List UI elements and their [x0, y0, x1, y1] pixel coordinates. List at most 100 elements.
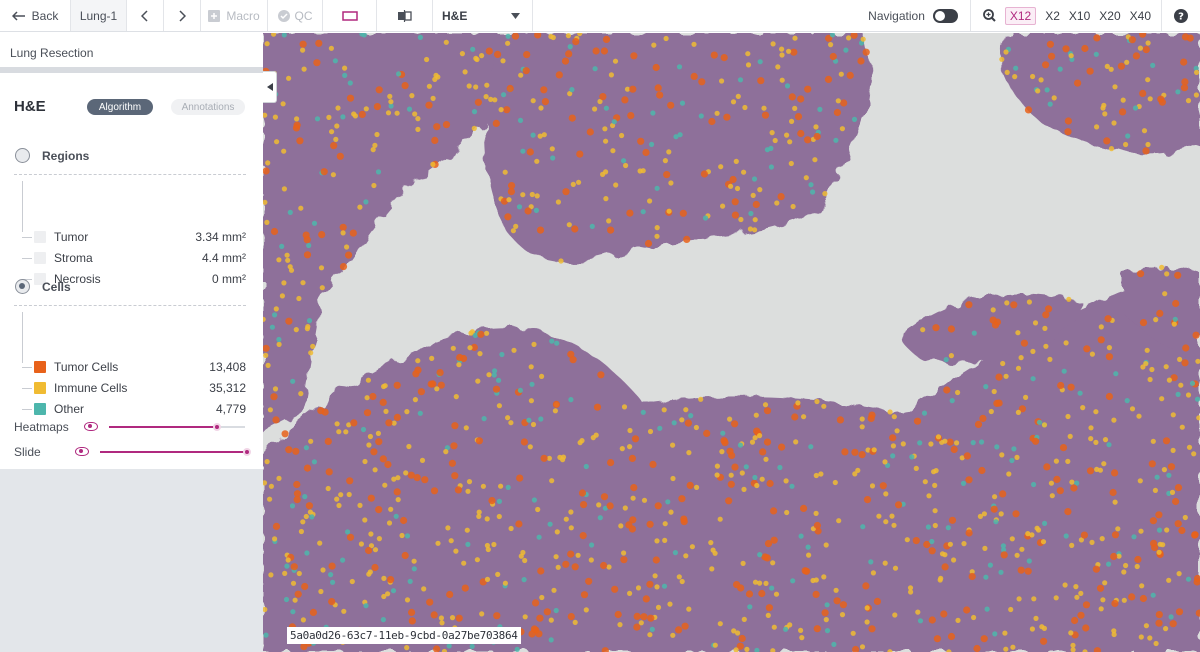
- next-slide-button[interactable]: [164, 0, 201, 31]
- stain-select[interactable]: H&E: [433, 0, 533, 31]
- cell-marker: [831, 641, 837, 648]
- cells-section-toggle[interactable]: Cells: [15, 279, 71, 294]
- heatmaps-opacity-handle[interactable]: [212, 423, 221, 431]
- navigation-label: Navigation: [868, 8, 925, 23]
- cell-marker: [493, 612, 501, 620]
- cell-marker: [567, 613, 575, 621]
- cell-marker: [419, 457, 426, 463]
- zoom-option-x2[interactable]: X2: [1045, 9, 1060, 23]
- cell-marker: [436, 369, 444, 377]
- cell-marker: [346, 477, 354, 485]
- split-view-icon: [397, 9, 412, 22]
- help-button[interactable]: ?: [1162, 0, 1200, 31]
- zoom-option-x10[interactable]: X10: [1069, 9, 1090, 23]
- heatmaps-opacity-slider[interactable]: [109, 423, 245, 431]
- cell-marker: [276, 475, 282, 481]
- cell-marker: [813, 132, 821, 141]
- previous-slide-button[interactable]: [127, 0, 164, 31]
- cell-marker: [1004, 300, 1010, 306]
- cell-marker: [268, 483, 274, 489]
- region-row-tumor[interactable]: Tumor 3.34 mm²: [22, 228, 246, 246]
- cell-marker: [1009, 457, 1015, 464]
- macro-button[interactable]: Macro: [201, 0, 268, 31]
- cell-marker: [1032, 320, 1039, 326]
- cell-marker: [1016, 596, 1022, 602]
- cell-marker: [783, 478, 789, 484]
- cells-radio[interactable]: [15, 279, 30, 294]
- back-button[interactable]: Back: [0, 0, 71, 31]
- split-view-button[interactable]: [377, 0, 433, 31]
- cell-marker: [484, 576, 491, 583]
- cell-marker: [285, 446, 293, 454]
- cell-marker: [503, 106, 511, 114]
- tissue-image[interactable]: [263, 33, 1200, 652]
- cell-marker: [1023, 394, 1029, 400]
- cell-marker: [1040, 637, 1048, 645]
- cell-marker: [1083, 345, 1091, 353]
- slide-viewer[interactable]: 5a0a0d26-63c7-11eb-9cbd-0a27be703864: [263, 33, 1200, 652]
- tab-algorithm[interactable]: Algorithm: [87, 99, 153, 115]
- cell-marker: [979, 414, 987, 422]
- cell-marker: [891, 414, 897, 420]
- cell-marker: [644, 239, 653, 248]
- cell-marker: [329, 129, 335, 135]
- cell-marker: [1180, 84, 1189, 92]
- cell-marker: [1049, 493, 1055, 499]
- regions-radio[interactable]: [15, 148, 30, 163]
- navigation-switch[interactable]: [932, 8, 958, 23]
- cell-marker: [506, 84, 514, 93]
- cell-marker: [413, 474, 421, 482]
- tab-annotations[interactable]: Annotations: [171, 99, 245, 115]
- cell-marker: [367, 433, 373, 440]
- cell-marker: [1139, 89, 1147, 97]
- collapse-sidebar-button[interactable]: [263, 71, 277, 103]
- cell-marker: [492, 368, 498, 374]
- cell-marker: [426, 598, 434, 606]
- cell-marker: [981, 511, 988, 517]
- cell-marker: [586, 128, 594, 136]
- cell-marker: [1051, 95, 1057, 101]
- region-row-stroma[interactable]: Stroma 4.4 mm²: [22, 249, 246, 267]
- slide-opacity-handle[interactable]: [243, 448, 251, 456]
- cell-marker: [339, 223, 347, 231]
- cell-marker: [450, 442, 458, 450]
- regions-section-toggle[interactable]: Regions: [15, 148, 89, 163]
- cell-marker: [562, 560, 570, 568]
- navigation-toggle[interactable]: Navigation: [856, 0, 971, 31]
- cell-marker: [434, 386, 440, 392]
- cell-marker: [301, 582, 309, 591]
- cell-marker: [443, 449, 449, 455]
- cell-row-tumor[interactable]: Tumor Cells 13,408: [22, 358, 246, 376]
- slide-opacity-slider[interactable]: [100, 448, 251, 456]
- cell-marker: [777, 193, 785, 201]
- cell-row-other[interactable]: Other 4,779: [22, 400, 246, 418]
- zoom-option-x12[interactable]: X12: [1004, 6, 1037, 25]
- cell-marker: [947, 541, 954, 547]
- zoom-option-x20[interactable]: X20: [1099, 9, 1120, 23]
- zoom-search-icon[interactable]: [982, 9, 996, 22]
- cell-marker: [810, 577, 816, 584]
- cell-marker: [737, 442, 743, 448]
- cell-marker: [633, 612, 641, 621]
- cell-row-immune[interactable]: Immune Cells 35,312: [22, 379, 246, 397]
- qc-button[interactable]: QC: [268, 0, 323, 31]
- cell-marker: [561, 57, 570, 65]
- slide-visibility-eye-icon[interactable]: [75, 447, 89, 456]
- cell-marker: [326, 114, 332, 120]
- cell-marker: [516, 474, 524, 482]
- cell-marker: [1046, 40, 1054, 48]
- cell-marker: [922, 479, 928, 485]
- cell-marker: [290, 378, 296, 384]
- rectangle-tool-button[interactable]: [323, 0, 377, 31]
- cell-marker: [1164, 271, 1170, 277]
- cell-marker: [611, 119, 617, 125]
- cell-marker: [1093, 409, 1099, 415]
- cell-marker: [1153, 317, 1159, 323]
- cell-marker: [1139, 319, 1148, 327]
- cell-marker: [943, 357, 949, 363]
- zoom-option-x40[interactable]: X40: [1130, 9, 1151, 23]
- cell-marker: [1166, 472, 1172, 478]
- heatmaps-visibility-eye-icon[interactable]: [84, 422, 98, 431]
- cell-marker: [362, 517, 368, 523]
- cell-marker: [1175, 608, 1184, 616]
